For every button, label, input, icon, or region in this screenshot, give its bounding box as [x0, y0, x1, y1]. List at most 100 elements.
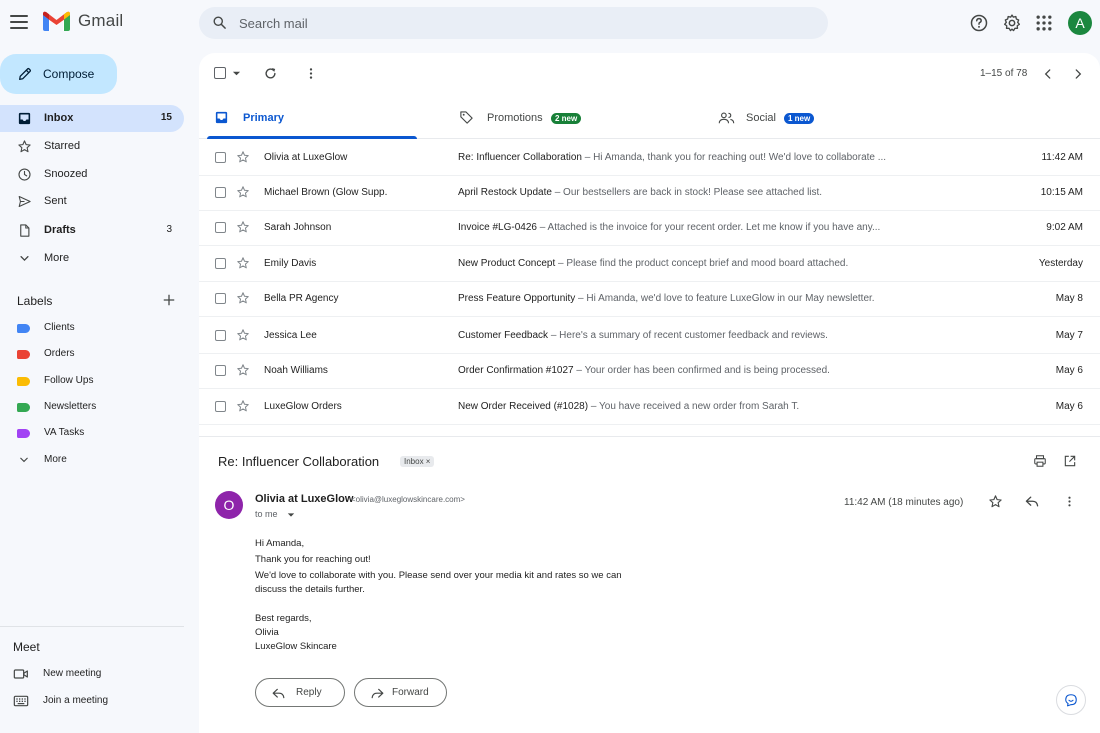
label-name: VA Tasks — [44, 427, 85, 438]
email-snippet: – Our bestsellers are back in stock! Ple… — [551, 187, 823, 198]
forward-button[interactable]: Forward — [354, 678, 447, 707]
sidebar-item-more[interactable]: More — [0, 245, 184, 272]
print-icon[interactable] — [1033, 454, 1047, 468]
row-checkbox[interactable] — [215, 258, 226, 269]
search-bar[interactable] — [199, 7, 828, 39]
row-checkbox[interactable] — [215, 293, 226, 304]
sidebar-item-starred[interactable]: Starred — [0, 133, 184, 160]
inbox-icon — [18, 112, 31, 125]
reply-icon[interactable] — [1024, 494, 1040, 509]
label-item-follow-ups[interactable]: Follow Ups — [0, 370, 184, 392]
sidebar-item-snoozed[interactable]: Snoozed — [0, 161, 184, 188]
email-subject-line: Invoice #LG-0426 – Attached is the invoi… — [458, 222, 978, 233]
gmail-logo[interactable]: Gmail — [43, 11, 123, 31]
star-icon[interactable] — [988, 494, 1003, 509]
row-checkbox[interactable] — [215, 152, 226, 163]
chevron-left-icon[interactable] — [1041, 67, 1055, 81]
star-icon[interactable] — [236, 256, 250, 270]
email-subject-line: New Product Concept – Please find the pr… — [458, 258, 978, 269]
menu-line — [10, 21, 28, 23]
sender-email: <olivia@luxeglowskincare.com> — [351, 495, 465, 504]
sidebar-item-label: Drafts — [44, 224, 76, 236]
help-icon[interactable] — [969, 13, 989, 33]
sidebar-item-inbox[interactable]: Inbox 15 — [0, 105, 184, 132]
chevron-right-icon[interactable] — [1071, 67, 1085, 81]
row-checkbox[interactable] — [215, 330, 226, 341]
email-snippet: – Attached is the invoice for your recen… — [536, 222, 881, 233]
more-vert-icon[interactable] — [304, 66, 318, 81]
clock-icon — [18, 168, 31, 181]
meet-divider — [0, 626, 184, 627]
tab-promotions[interactable]: Promotions 2 new — [457, 99, 657, 139]
tab-primary[interactable]: Primary — [199, 99, 417, 139]
recipient-details[interactable]: to me — [255, 509, 295, 519]
row-checkbox[interactable] — [215, 401, 226, 412]
star-icon[interactable] — [236, 291, 250, 305]
tab-social[interactable]: Social 1 new — [717, 99, 917, 139]
sidebar-item-label: Inbox — [44, 112, 74, 124]
apps-grid-icon[interactable] — [1034, 13, 1054, 33]
refresh-icon[interactable] — [263, 66, 278, 81]
email-time: 9:02 AM — [1046, 222, 1083, 233]
inbox-label-chip[interactable]: Inbox × — [400, 456, 435, 467]
email-row[interactable]: LuxeGlow Orders New Order Received (#102… — [199, 389, 1100, 425]
label-item-clients[interactable]: Clients — [0, 317, 184, 339]
email-subject: Press Feature Opportunity — [458, 293, 576, 304]
more-vert-icon[interactable] — [1063, 494, 1076, 509]
tag-icon — [460, 111, 473, 124]
row-checkbox[interactable] — [215, 365, 226, 376]
star-icon[interactable] — [236, 328, 250, 342]
star-icon[interactable] — [236, 363, 250, 377]
label-tag-icon — [17, 350, 30, 359]
join-meeting-button[interactable]: Join a meeting — [13, 693, 183, 711]
top-bar: Gmail A — [0, 0, 1100, 46]
email-subject-line: Press Feature Opportunity – Hi Amanda, w… — [458, 293, 978, 304]
mail-toolbar: 1–15 of 78 — [199, 53, 1100, 93]
row-checkbox[interactable] — [215, 187, 226, 198]
caret-down-icon — [287, 513, 295, 517]
smart-compose-button[interactable] — [1056, 685, 1086, 715]
message-body-line: We'd love to collaborate with you. Pleas… — [255, 570, 622, 581]
email-row[interactable]: Emily Davis New Product Concept – Please… — [199, 246, 1100, 282]
sidebar-item-sent[interactable]: Sent — [0, 188, 184, 215]
star-icon[interactable] — [236, 150, 250, 164]
open-in-new-window-icon[interactable] — [1063, 454, 1077, 468]
settings-gear-icon[interactable] — [1002, 13, 1022, 33]
sidebar-item-drafts[interactable]: Drafts 3 — [0, 217, 184, 244]
main-menu-button[interactable] — [9, 12, 29, 32]
search-icon[interactable] — [212, 15, 227, 30]
compose-button[interactable]: Compose — [0, 54, 117, 94]
email-subject: Re: Influencer Collaboration — [458, 152, 582, 163]
star-icon[interactable] — [236, 185, 250, 199]
select-all-checkbox[interactable] — [214, 67, 226, 79]
email-row[interactable]: Bella PR Agency Press Feature Opportunit… — [199, 281, 1100, 317]
caret-down-icon[interactable] — [232, 69, 241, 78]
email-subject: New Product Concept — [458, 258, 556, 269]
label-tag-icon — [17, 324, 30, 333]
keyboard-icon — [13, 695, 29, 707]
email-row[interactable]: Jessica Lee Customer Feedback – Here's a… — [199, 318, 1100, 354]
create-label-button[interactable] — [162, 293, 176, 309]
labels-more[interactable]: More — [0, 449, 184, 471]
email-row[interactable]: Michael Brown (Glow Supp. April Restock … — [199, 175, 1100, 211]
email-snippet: – Here's a summary of recent customer fe… — [548, 330, 828, 341]
star-icon[interactable] — [236, 220, 250, 234]
email-row[interactable]: Sarah Johnson Invoice #LG-0426 – Attache… — [199, 210, 1100, 246]
row-checkbox[interactable] — [215, 222, 226, 233]
label-item-newsletters[interactable]: Newsletters — [0, 396, 184, 418]
email-time: May 6 — [1055, 365, 1083, 376]
email-sender: Olivia at LuxeGlow — [264, 152, 348, 163]
email-subject-line: Re: Influencer Collaboration – Hi Amanda… — [458, 152, 978, 163]
new-meeting-button[interactable]: New meeting — [13, 666, 183, 684]
label-item-va-tasks[interactable]: VA Tasks — [0, 422, 184, 444]
email-row[interactable]: Olivia at LuxeGlow Re: Influencer Collab… — [199, 140, 1100, 176]
menu-line — [10, 27, 28, 29]
star-icon[interactable] — [236, 399, 250, 413]
account-avatar[interactable]: A — [1068, 11, 1092, 35]
message-body-line: Hi Amanda, — [255, 538, 305, 549]
email-snippet: – Please find the product concept brief … — [555, 258, 849, 269]
reply-button[interactable]: Reply — [255, 678, 345, 707]
email-row[interactable]: Noah Williams Order Confirmation #1027 –… — [199, 353, 1100, 389]
label-item-orders[interactable]: Orders — [0, 343, 184, 365]
search-input[interactable] — [239, 14, 799, 32]
